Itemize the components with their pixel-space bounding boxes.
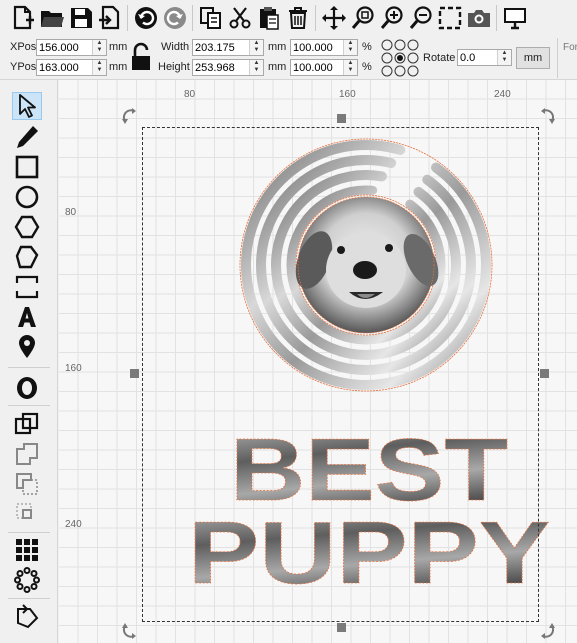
anchor-point-selector[interactable] [380, 39, 420, 77]
union-tool-icon[interactable] [12, 440, 42, 468]
ypos-label: YPos [10, 61, 37, 73]
new-icon[interactable] [8, 3, 37, 33]
rotate-handle-icon[interactable] [536, 620, 556, 640]
height-percent-field[interactable]: ▲▼ [290, 59, 358, 76]
height-percent-spinner[interactable]: ▲ ▼ [343, 60, 357, 75]
xpos-input[interactable] [37, 40, 91, 55]
selection-bounding-box[interactable] [142, 127, 539, 622]
width-percent-spinner[interactable]: ▲ ▼ [343, 40, 357, 55]
import-icon[interactable] [95, 3, 124, 33]
subtract-tool-icon[interactable] [12, 470, 42, 498]
resize-handle-bottom[interactable] [337, 623, 346, 632]
height-percent-input[interactable] [291, 60, 342, 75]
xpos-spinner[interactable]: ▲ ▼ [92, 40, 106, 55]
save-icon[interactable] [66, 3, 95, 33]
copy-icon[interactable] [196, 3, 225, 33]
height-input[interactable] [193, 60, 248, 75]
width-spinner[interactable]: ▲ ▼ [249, 40, 263, 55]
zoom-out-icon[interactable] [406, 3, 435, 33]
grid-array-tool-icon[interactable] [12, 536, 42, 564]
width-label: Width [161, 41, 190, 53]
rectangle-tool-icon[interactable] [12, 153, 42, 181]
design-canvas[interactable]: 80 160 240 80 160 240 BEST PUPPY [59, 80, 577, 643]
xpos-unit: mm [109, 41, 128, 53]
toolbar-separator [127, 5, 128, 31]
tool-separator [8, 598, 50, 599]
rotate-handle-icon[interactable] [121, 620, 141, 640]
rotate-handle-icon[interactable] [536, 107, 556, 127]
width-field[interactable]: ▲▼ [192, 39, 264, 56]
height-label: Height [158, 61, 190, 73]
tool-separator [8, 532, 50, 533]
tool-palette [0, 80, 58, 643]
rotate-spinner[interactable]: ▲ ▼ [497, 50, 511, 65]
pencil-tool-icon[interactable] [12, 123, 42, 151]
rotate-input[interactable] [458, 50, 496, 65]
resize-handle-right[interactable] [540, 369, 549, 378]
lock-aspect-icon[interactable] [130, 42, 152, 72]
xpos-field[interactable]: ▲▼ [36, 39, 107, 56]
width-input[interactable] [193, 40, 248, 55]
toolbar-separator [496, 5, 497, 31]
resize-handle-top[interactable] [337, 114, 346, 123]
paste-icon[interactable] [254, 3, 283, 33]
move-icon[interactable] [319, 3, 348, 33]
zoom-selection-icon[interactable] [348, 3, 377, 33]
rotate-label: Rotate [423, 52, 456, 64]
height-percent-unit: % [362, 61, 372, 73]
cut-panel-label: For [563, 42, 577, 53]
delete-icon[interactable] [283, 3, 312, 33]
resize-handle-left[interactable] [130, 369, 139, 378]
width-percent-field[interactable]: ▲▼ [290, 39, 358, 56]
tool-separator [8, 367, 50, 368]
offset-tool-icon[interactable] [12, 374, 42, 402]
node-edit-tool-icon[interactable] [12, 603, 42, 631]
xpos-label: XPos [10, 41, 37, 53]
ypos-spinner[interactable]: ▲ ▼ [92, 60, 106, 75]
height-field[interactable]: ▲▼ [192, 59, 264, 76]
undo-icon[interactable] [131, 3, 160, 33]
map-pin-tool-icon[interactable] [12, 333, 42, 361]
intersect-tool-icon[interactable] [12, 500, 42, 528]
polygon-tool-icon[interactable] [12, 213, 42, 241]
weld-tool-icon[interactable] [12, 410, 42, 438]
open-icon[interactable] [37, 3, 66, 33]
toolbar-separator [192, 5, 193, 31]
select-tool-icon[interactable] [12, 92, 42, 120]
main-toolbar [0, 0, 577, 36]
toolbar-separator [315, 5, 316, 31]
ypos-field[interactable]: ▲▼ [36, 59, 107, 76]
height-spinner[interactable]: ▲ ▼ [249, 60, 263, 75]
width-percent-unit: % [362, 41, 372, 53]
property-bar: XPos ▲▼ mm YPos ▲▼ mm Width ▲▼ mm Height… [0, 36, 577, 80]
ypos-input[interactable] [37, 60, 91, 75]
frame-selection-icon[interactable] [435, 3, 464, 33]
width-percent-input[interactable] [291, 40, 342, 55]
camera-icon[interactable] [464, 3, 493, 33]
ypos-unit: mm [109, 61, 128, 73]
rotate-handle-icon[interactable] [121, 107, 141, 127]
units-toggle-button[interactable]: mm [516, 47, 550, 69]
pentagon-tool-icon[interactable] [12, 243, 42, 271]
monitor-icon[interactable] [500, 3, 529, 33]
position-lasers-tool-icon[interactable] [12, 273, 42, 301]
zoom-in-icon[interactable] [377, 3, 406, 33]
ellipse-tool-icon[interactable] [12, 183, 42, 211]
tool-separator [8, 405, 50, 406]
rotate-field[interactable]: ▲▼ [457, 49, 512, 66]
height-unit: mm [268, 61, 287, 73]
panel-divider [557, 38, 558, 78]
text-tool-icon[interactable] [12, 303, 42, 331]
cut-icon[interactable] [225, 3, 254, 33]
width-unit: mm [268, 41, 287, 53]
redo-icon[interactable] [160, 3, 189, 33]
circular-array-tool-icon[interactable] [12, 566, 42, 594]
